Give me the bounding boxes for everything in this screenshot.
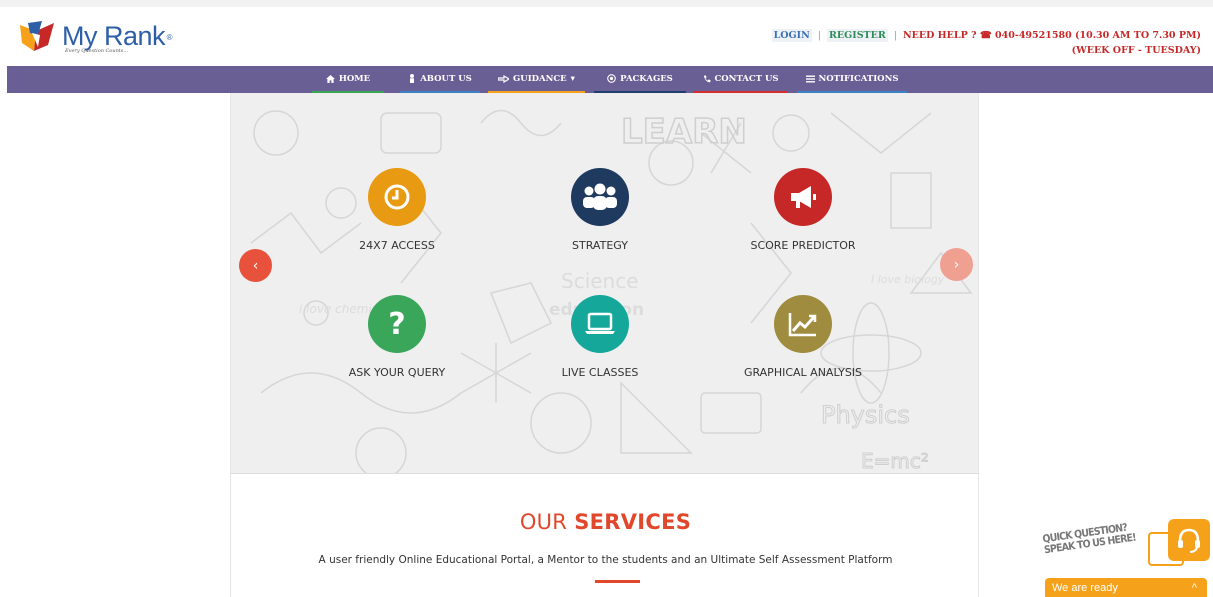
chevron-right-icon: › bbox=[953, 256, 960, 273]
phone-icon bbox=[703, 74, 711, 82]
doodle-word: LEARN bbox=[621, 112, 747, 152]
clock-icon bbox=[384, 184, 410, 210]
nav-label: NOTIFICATIONS bbox=[818, 73, 899, 84]
feature-label: SCORE PREDICTOR bbox=[750, 239, 856, 252]
slider-prev-button[interactable]: ‹ bbox=[239, 249, 272, 282]
nav-packages[interactable]: PACKAGES bbox=[594, 66, 686, 93]
feature-badge bbox=[774, 295, 832, 353]
slider-next-button[interactable]: › bbox=[940, 248, 973, 281]
laptop-icon bbox=[585, 312, 615, 334]
doodle-word: I love biology bbox=[871, 273, 945, 286]
feature-badge: ? bbox=[368, 295, 426, 353]
nav-home[interactable]: HOME bbox=[312, 66, 384, 93]
logo[interactable]: My Rank ® Every Question Counts... bbox=[18, 21, 173, 55]
question-icon: ? bbox=[388, 306, 406, 342]
home-icon bbox=[325, 74, 335, 83]
logo-tagline: Every Question Counts... bbox=[65, 48, 129, 54]
chevron-down-icon: ▾ bbox=[570, 73, 575, 84]
feature-graphical-analysis[interactable]: GRAPHICAL ANALYSIS bbox=[728, 295, 878, 379]
nav-contact-us[interactable]: CONTACT US bbox=[693, 66, 788, 93]
feature-label: 24X7 ACCESS bbox=[359, 239, 435, 252]
feature-label: GRAPHICAL ANALYSIS bbox=[743, 366, 863, 379]
users-icon bbox=[583, 183, 617, 210]
nav-label: HOME bbox=[338, 73, 371, 84]
services-section: OUR SERVICES A user friendly Online Educ… bbox=[230, 473, 979, 597]
list-icon bbox=[805, 75, 815, 82]
feature-badge bbox=[571, 168, 629, 226]
feature-strategy[interactable]: STRATEGY bbox=[525, 168, 675, 252]
doodle-word: E=mc² bbox=[861, 449, 929, 473]
top-bar: My Rank ® Every Question Counts... LOGIN … bbox=[0, 0, 1213, 66]
feature-badge bbox=[774, 168, 832, 226]
nav-label: ABOUT US bbox=[420, 73, 472, 84]
main-nav: HOME ABOUT US GUIDANCE ▾ PACKAGES CONTAC… bbox=[7, 66, 1213, 93]
feature-label: LIVE CLASSES bbox=[561, 366, 639, 379]
feature-label: ASK YOUR QUERY bbox=[348, 366, 446, 379]
target-icon bbox=[607, 74, 616, 83]
help-hours: (WEEK OFF - TUESDAY) bbox=[1071, 45, 1201, 56]
line-chart-icon bbox=[788, 313, 817, 337]
logo-mark-icon bbox=[20, 21, 54, 51]
nav-label: PACKAGES bbox=[620, 73, 673, 84]
chat-ready-label: We are ready bbox=[1052, 581, 1118, 594]
chevron-left-icon: ‹ bbox=[252, 257, 259, 274]
logo-wordmark: My Rank ® bbox=[62, 21, 173, 51]
services-title: OUR SERVICES bbox=[519, 510, 692, 534]
nav-about-us[interactable]: ABOUT US bbox=[400, 66, 480, 93]
chevron-up-icon: ^ bbox=[1191, 581, 1197, 594]
divider: | bbox=[817, 30, 821, 41]
nav-label: GUIDANCE bbox=[513, 73, 567, 84]
feature-ask-your-query[interactable]: ? ASK YOUR QUERY bbox=[322, 295, 472, 379]
nav-label: CONTACT US bbox=[714, 73, 779, 84]
megaphone-icon bbox=[791, 186, 816, 208]
feature-badge bbox=[571, 295, 629, 353]
services-description: A user friendly Online Educational Porta… bbox=[318, 554, 893, 566]
nav-guidance[interactable]: GUIDANCE ▾ bbox=[488, 66, 585, 93]
hand-pointer-icon bbox=[498, 74, 510, 83]
headset-icon[interactable] bbox=[1168, 519, 1210, 561]
register-link[interactable]: REGISTER bbox=[827, 29, 888, 42]
person-icon bbox=[410, 74, 415, 83]
chat-widget[interactable]: QUICK QUESTION? SPEAK TO US HERE! We are… bbox=[1038, 516, 1213, 597]
feature-24x7-access[interactable]: 24X7 ACCESS bbox=[322, 168, 472, 252]
doodle-background: LEARN Science education i love chemistry… bbox=[250, 109, 973, 473]
top-links: LOGIN | REGISTER | NEED HELP ? ☎ 040-495… bbox=[771, 29, 1201, 56]
feature-score-predictor[interactable]: SCORE PREDICTOR bbox=[728, 168, 878, 252]
login-link[interactable]: LOGIN bbox=[771, 29, 812, 42]
feature-badge bbox=[368, 168, 426, 226]
chat-prompt: QUICK QUESTION? SPEAK TO US HERE! bbox=[1041, 521, 1137, 557]
divider: | bbox=[893, 30, 897, 41]
chat-open-bar[interactable]: We are ready ^ bbox=[1045, 578, 1207, 597]
nav-notifications[interactable]: NOTIFICATIONS bbox=[797, 66, 907, 93]
feature-live-classes[interactable]: LIVE CLASSES bbox=[525, 295, 675, 379]
feature-label: STRATEGY bbox=[572, 239, 628, 252]
doodle-word: Physics bbox=[821, 401, 910, 429]
title-underline bbox=[595, 580, 640, 583]
help-line: NEED HELP ? ☎ 040-49521580 (10.30 AM TO … bbox=[902, 30, 1201, 41]
feature-slider: LEARN Science education i love chemistry… bbox=[230, 93, 979, 473]
doodle-word: Science bbox=[561, 269, 639, 293]
